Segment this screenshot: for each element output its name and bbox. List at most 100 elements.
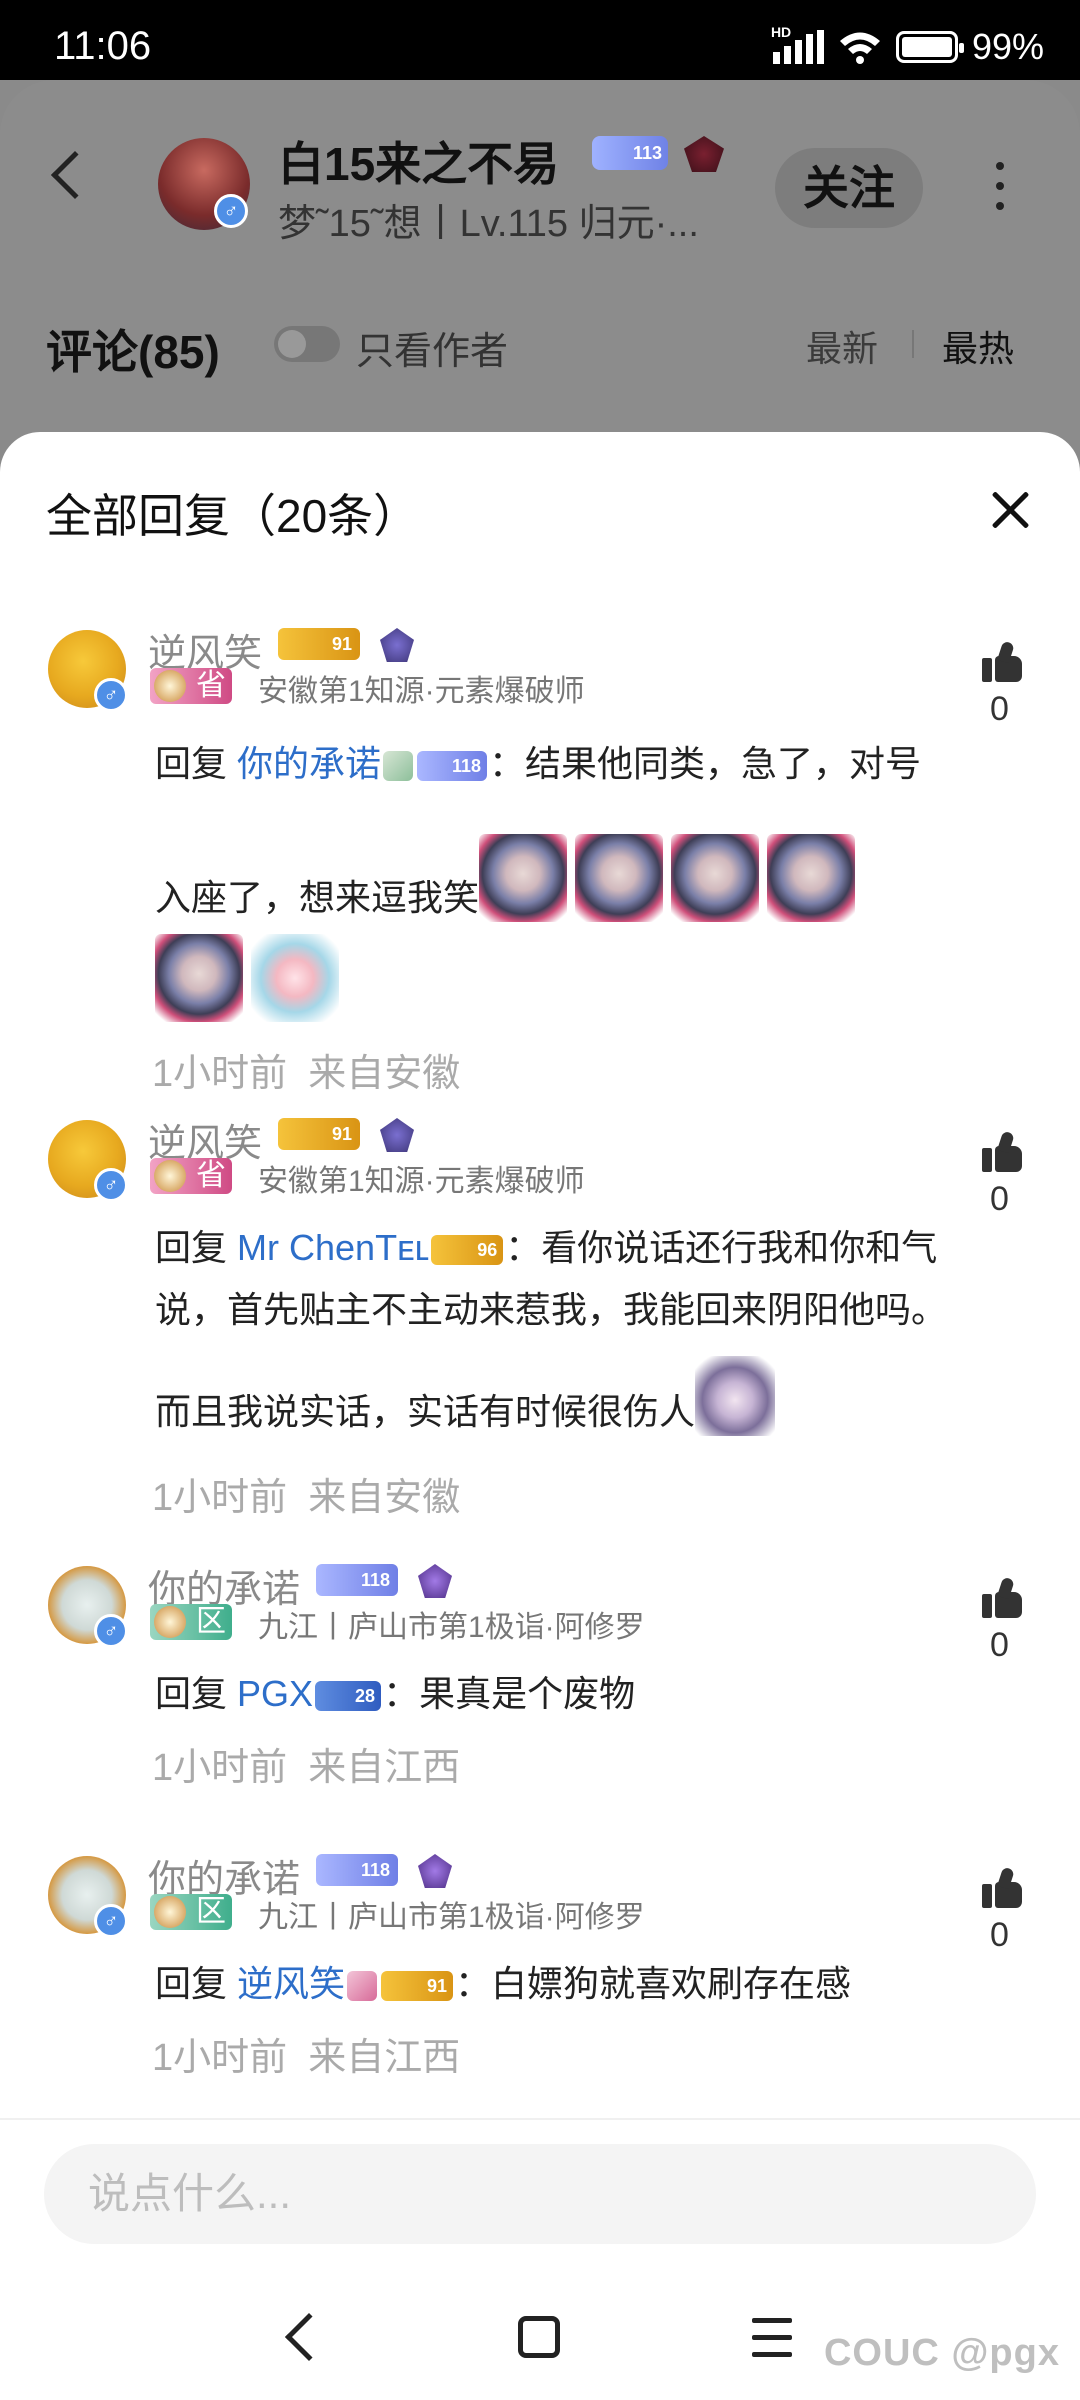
watermark: COUC @pgx bbox=[823, 2332, 1060, 2374]
male-icon: ♂ bbox=[214, 194, 248, 228]
reply-text-line: ：白嫖狗就喜欢刷存在感 bbox=[455, 1963, 852, 2004]
rank-gem-icon bbox=[418, 1854, 452, 1888]
comment-input-bar[interactable] bbox=[44, 2144, 1036, 2244]
battery-icon bbox=[895, 31, 964, 63]
reply-text: 回复 PGX 28 ：果真是个废物 bbox=[155, 1670, 955, 1718]
reply-text-cont: 而且我说实话，实话有时候很伤人 bbox=[155, 1356, 1035, 1436]
user-location: 安徽第1知源·元素爆破师 bbox=[258, 1165, 585, 1198]
author-only-label: 只看作者 bbox=[356, 331, 509, 373]
back-arrow-icon[interactable] bbox=[50, 150, 100, 200]
reply-time: 1小时前 bbox=[152, 1747, 288, 1789]
like-icon[interactable] bbox=[982, 1130, 1022, 1172]
reply-time: 1小时前 bbox=[152, 1477, 288, 1519]
rank-gem-icon bbox=[380, 628, 414, 662]
input-divider bbox=[0, 2118, 1080, 2120]
sticker-image[interactable] bbox=[479, 834, 568, 922]
like-count: 0 bbox=[990, 690, 1009, 728]
reply-text-cont: 说，首先贴主不主动来惹我，我能回来阴阳他吗。 bbox=[155, 1286, 1035, 1334]
reply-keyword: 回复 bbox=[155, 1963, 228, 2004]
status-time: 11:06 bbox=[54, 24, 152, 68]
region-tag: 省 bbox=[150, 668, 232, 704]
more-options-icon[interactable] bbox=[996, 162, 1006, 212]
sticker-image[interactable] bbox=[155, 934, 243, 1022]
region-tag: 区 bbox=[150, 1604, 232, 1640]
like-icon[interactable] bbox=[982, 1576, 1022, 1618]
sort-hottest-tab[interactable]: 最热 bbox=[942, 320, 1014, 372]
sort-divider bbox=[912, 330, 914, 358]
user-location: 安徽第1知源·元素爆破师 bbox=[258, 675, 585, 708]
mention-level-badge: 28 bbox=[315, 1681, 382, 1712]
reply-keyword: 回复 bbox=[155, 1673, 228, 1714]
reply-location: 来自江西 bbox=[308, 2037, 461, 2079]
status-icons: HD 99% bbox=[771, 24, 1044, 68]
sort-newest-tab[interactable]: 最新 bbox=[806, 320, 878, 372]
mention-level-badge: 118 bbox=[417, 751, 488, 782]
follow-button[interactable]: 关注 bbox=[775, 148, 923, 228]
reply-text-cont: 入座了，想来逗我笑 bbox=[155, 834, 1035, 922]
sheet-title: 全部回复（20条） bbox=[46, 490, 420, 542]
reply-text-line: ：看你说话还行我和你和气 bbox=[505, 1227, 938, 1268]
author-only-toggle[interactable] bbox=[274, 326, 340, 362]
reply-text: 回复 Mr ChenTᴇʟ 96 ：看你说话还行我和你和气 bbox=[155, 1224, 1005, 1272]
reply-text-line: 入座了，想来逗我笑 bbox=[155, 877, 480, 918]
user-avatar[interactable]: ♂ bbox=[48, 1120, 128, 1202]
network-label: HD bbox=[770, 24, 792, 40]
nav-back-icon[interactable] bbox=[284, 2312, 334, 2362]
mention-link[interactable]: PGX bbox=[237, 1673, 313, 1714]
nav-home-icon[interactable] bbox=[518, 2316, 560, 2358]
user-avatar[interactable]: ♂ bbox=[48, 1856, 128, 1938]
reply-meta: 1小时前 来自安徽 bbox=[152, 1042, 460, 1097]
male-icon: ♂ bbox=[94, 1904, 128, 1938]
reply-keyword: 回复 bbox=[155, 1227, 228, 1268]
author-level-badge: 113 bbox=[592, 136, 668, 170]
rank-gem-icon bbox=[380, 1118, 414, 1152]
close-icon[interactable] bbox=[990, 490, 1030, 530]
like-icon[interactable] bbox=[982, 1866, 1022, 1908]
sticker-image[interactable] bbox=[767, 834, 856, 922]
male-icon: ♂ bbox=[94, 678, 128, 712]
sticker-image[interactable] bbox=[251, 934, 339, 1022]
reply-text: 回复 你的承诺 118 ：结果他同类，急了，对号 bbox=[155, 740, 955, 788]
reply-text: 回复 逆风笑 91 ：白嫖狗就喜欢刷存在感 bbox=[155, 1960, 975, 2008]
mention-link[interactable]: 你的承诺 bbox=[237, 743, 381, 784]
reply-location: 来自安徽 bbox=[308, 1053, 461, 1095]
user-avatar[interactable]: ♂ bbox=[48, 630, 128, 712]
comments-count-title: 评论(85) bbox=[46, 326, 220, 378]
author-rank-icon bbox=[684, 136, 724, 172]
status-bar: 11:06 HD 99% bbox=[0, 0, 1080, 80]
sticker-image[interactable] bbox=[671, 834, 760, 922]
mention-level-badge: 96 bbox=[431, 1235, 504, 1266]
sticker-image[interactable] bbox=[695, 1356, 776, 1436]
reply-text-line: ：果真是个废物 bbox=[383, 1673, 636, 1714]
battery-percent: 99% bbox=[971, 26, 1044, 67]
nav-menu-icon[interactable] bbox=[752, 2318, 792, 2369]
wifi-icon bbox=[838, 30, 882, 64]
signal-icon: HD bbox=[771, 24, 824, 64]
author-name[interactable]: 白15来之不易 bbox=[278, 128, 559, 194]
mention-link[interactable]: 逆风笑 bbox=[237, 1963, 345, 2004]
like-count: 0 bbox=[990, 1626, 1009, 1664]
like-count: 0 bbox=[990, 1916, 1009, 1954]
like-icon[interactable] bbox=[982, 640, 1022, 682]
level-crest: 91 bbox=[278, 1118, 360, 1150]
mention-badge-icon bbox=[383, 751, 414, 782]
user-avatar[interactable]: ♂ bbox=[48, 1566, 128, 1648]
reply-time: 1小时前 bbox=[152, 2037, 288, 2079]
male-icon: ♂ bbox=[94, 1614, 128, 1648]
rank-gem-icon bbox=[418, 1564, 452, 1598]
comment-input[interactable] bbox=[44, 2144, 1036, 2244]
reply-text-line: ：结果他同类，急了，对号 bbox=[489, 743, 922, 784]
reply-location: 来自江西 bbox=[308, 1747, 461, 1789]
level-crest: 118 bbox=[316, 1564, 398, 1596]
sticker-image[interactable] bbox=[575, 834, 664, 922]
author-avatar[interactable]: ♂ bbox=[158, 138, 250, 230]
reply-meta: 1小时前 来自江西 bbox=[152, 2026, 460, 2081]
reply-text-line: 说，首先贴主不主动来惹我，我能回来阴阳他吗。 bbox=[155, 1289, 948, 1330]
reply-location: 来自安徽 bbox=[308, 1477, 461, 1519]
like-count: 0 bbox=[990, 1180, 1009, 1218]
level-crest: 118 bbox=[316, 1854, 398, 1886]
sticker-row bbox=[155, 934, 1035, 1022]
reply-text-line: 而且我说实话，实话有时候很伤人 bbox=[155, 1391, 696, 1432]
author-subtitle: 梦˜15˜想丨Lv.115 归元·... bbox=[278, 203, 699, 245]
mention-link[interactable]: Mr ChenTᴇʟ bbox=[237, 1227, 429, 1268]
